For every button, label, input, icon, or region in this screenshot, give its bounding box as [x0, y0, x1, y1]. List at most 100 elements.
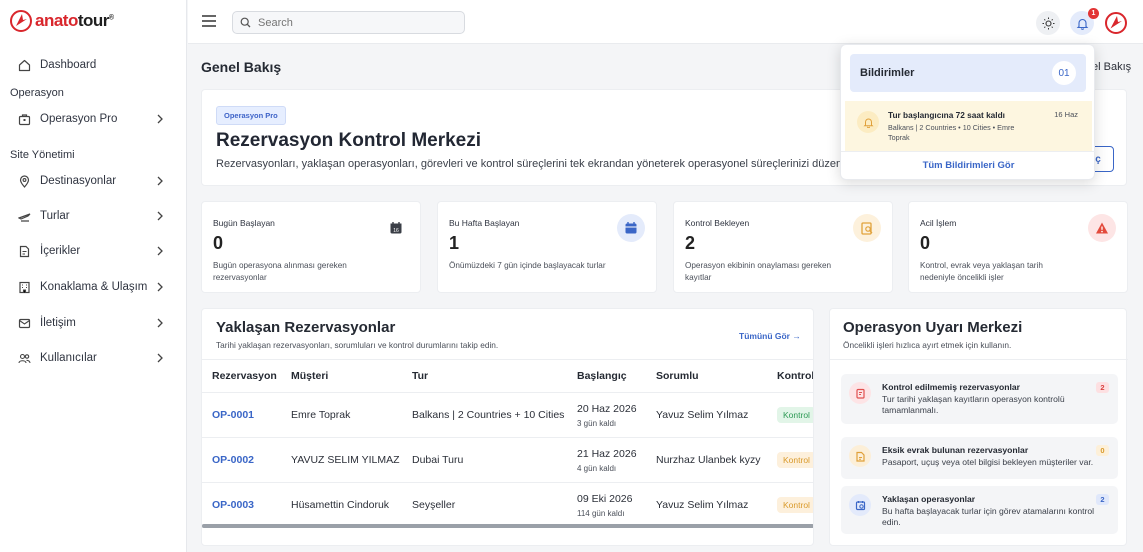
notification-badge: 1 [1088, 8, 1099, 19]
chevron-right-icon [157, 211, 163, 221]
alert-count-badge: 2 [1096, 494, 1109, 505]
clipboard-search-icon [853, 214, 881, 242]
stat-card-this-week[interactable]: Bu Hafta Başlayan 1 Önümüzdeki 7 gün içi… [437, 201, 657, 293]
sidebar-item-accommodation[interactable]: Konaklama & Ulaşım [0, 272, 186, 302]
topbar: 1 [188, 0, 1143, 44]
sidebar-item-label: Kullanıcılar [40, 352, 97, 364]
map-pin-icon [17, 174, 31, 188]
reservation-id-link[interactable]: OP-0003 [212, 499, 254, 511]
status-badge: Kontrol [777, 497, 813, 514]
brand-reg-mark: ® [108, 14, 114, 22]
stat-value: 0 [213, 233, 224, 253]
breadcrumb[interactable]: el Bakış [1092, 61, 1131, 73]
notifications-title: Bildirimler [860, 67, 915, 79]
table-row[interactable]: OP-0003 Hüsamettin Cindoruk Seyşeller 09… [202, 482, 813, 528]
status-badge: Kontrol [777, 452, 813, 468]
stat-value: 2 [685, 233, 696, 253]
notification-desc: Balkans | 2 Countries • 10 Cities • Emre… [888, 123, 1015, 142]
column-header[interactable]: Sorumlu [656, 360, 777, 393]
notifications-dropdown: Bildirimler 01 Tur başlangıcına 72 saat … [840, 44, 1096, 180]
sidebar-item-label: İletişim [40, 317, 76, 329]
table-row[interactable]: OP-0002 YAVUZ SELIM YILMAZ Dubai Turu 21… [202, 437, 813, 483]
alert-item[interactable]: Eksik evrak bulunan rezervasyonlar Pasap… [841, 437, 1118, 479]
column-header[interactable]: Müşteri [291, 360, 412, 393]
sidebar-item-label: Konaklama & Ulaşım [40, 281, 148, 293]
plane-icon [17, 209, 31, 223]
column-header[interactable]: Kontrol [777, 360, 813, 393]
alert-title: Eksik evrak bulunan rezervasyonlar [882, 445, 1029, 455]
search-input[interactable] [258, 16, 458, 29]
start-date: 20 Haz 2026 [577, 402, 637, 415]
horizontal-scrollbar-thumb[interactable] [202, 524, 813, 528]
column-header[interactable]: Tur [412, 360, 577, 393]
section-title: Yaklaşan Rezervasyonlar [216, 319, 396, 336]
stat-description: Bugün operasyona alınması gereken rezerv… [213, 261, 347, 282]
clipboard-icon [849, 382, 871, 404]
stat-value: 1 [449, 233, 460, 253]
owner-cell: Yavuz Selim Yılmaz [656, 499, 749, 512]
owner-cell: Yavuz Selim Yılmaz [656, 409, 749, 421]
sun-icon [1042, 17, 1054, 29]
calendar-icon: 16 [382, 214, 410, 242]
sidebar-item-contact[interactable]: İletişim [0, 308, 186, 338]
alert-item[interactable]: Kontrol edilmemiş rezervasyonlar Tur tar… [841, 374, 1118, 424]
building-icon [17, 280, 31, 294]
start-date: 21 Haz 2026 [577, 447, 637, 460]
table-row[interactable]: OP-0001 Emre Toprak Balkans | 2 Countrie… [202, 392, 813, 438]
page-title: Genel Bakış [201, 59, 282, 75]
stat-card-urgent[interactable]: Acil İşlem 0 Kontrol, evrak veya yaklaşa… [908, 201, 1128, 293]
stat-card-pending-control[interactable]: Kontrol Bekleyen 2 Operasyon ekibinin on… [673, 201, 893, 293]
search-box[interactable] [232, 11, 465, 34]
date-cell: 09 Eki 2026 114 gün kaldı [577, 483, 656, 528]
avatar[interactable] [1104, 11, 1128, 35]
see-all-notifications-link[interactable]: Tüm Bildirimleri Gör [841, 160, 1096, 171]
horizontal-scrollbar-track[interactable] [202, 524, 813, 528]
owner-cell: Nurzhaz Ulanbek kyzy [656, 454, 761, 466]
alert-title: Yaklaşan operasyonlar [882, 494, 976, 504]
reservation-id-link[interactable]: OP-0002 [212, 454, 254, 466]
sidebar-item-label: Operasyon Pro [40, 113, 118, 125]
notifications-button[interactable]: 1 [1070, 8, 1099, 35]
notifications-count: 01 [1052, 61, 1076, 85]
logo-mark-icon [10, 10, 32, 32]
hamburger-menu-icon[interactable] [201, 14, 217, 28]
days-left: 3 gün kaldı [577, 418, 617, 428]
sidebar-item-destinations[interactable]: Destinasyonlar [0, 166, 186, 196]
sidebar-item-dashboard[interactable]: Dashboard [0, 50, 186, 80]
sidebar-item-users[interactable]: Kullanıcılar [0, 343, 186, 373]
column-header[interactable]: Rezervasyon [202, 360, 291, 393]
stat-description: Operasyon ekibinin onaylaması gereken ka… [685, 261, 832, 282]
column-header[interactable]: Başlangıç [577, 360, 656, 393]
reservation-id-link[interactable]: OP-0001 [212, 409, 254, 421]
sidebar-item-tours[interactable]: Turlar [0, 201, 186, 231]
brand-name-b: tour [77, 11, 110, 30]
sidebar-item-contents[interactable]: İçerikler [0, 236, 186, 266]
alert-item[interactable]: Yaklaşan operasyonlar Bu hafta başlayaca… [841, 486, 1118, 534]
alert-description: Bu hafta başlayacak turlar için görev at… [882, 506, 1095, 527]
divider [830, 359, 1128, 360]
stat-title: Bu Hafta Başlayan [449, 218, 520, 228]
see-all-link[interactable]: Tümünü Gör → [739, 331, 801, 341]
notifications-header: Bildirimler 01 [850, 54, 1086, 92]
calendar-clock-icon [849, 494, 871, 516]
theme-toggle-button[interactable] [1036, 11, 1060, 35]
days-left: 4 gün kaldı [577, 463, 617, 473]
stat-title: Bugün Başlayan [213, 218, 275, 228]
sidebar-item-ops-pro[interactable]: Operasyon Pro [0, 104, 186, 134]
upcoming-reservations-card: Yaklaşan Rezervasyonlar Tarihi yaklaşan … [201, 308, 814, 546]
notification-item[interactable]: Tur başlangıcına 72 saat kaldı Balkans |… [845, 101, 1092, 151]
alert-count-badge: 0 [1096, 445, 1109, 456]
bell-icon [1076, 18, 1088, 30]
sidebar: anatotour® Dashboard Operasyon Operasyon… [0, 0, 187, 552]
briefcase-icon [17, 112, 31, 126]
reservations-table: Rezervasyon Müşteri Tur Başlangıç Soruml… [202, 359, 813, 528]
alert-description: Tur tarihi yaklaşan kayıtların operasyon… [882, 394, 1065, 415]
sidebar-item-label: Turlar [40, 210, 70, 222]
date-cell: 20 Haz 2026 3 gün kaldı [577, 393, 656, 438]
brand-logo[interactable]: anatotour® [10, 10, 114, 32]
stat-card-today[interactable]: Bugün Başlayan 0 Bugün operasyona alınma… [201, 201, 421, 293]
divider [841, 151, 1096, 152]
chevron-right-icon [157, 114, 163, 124]
file-icon [849, 445, 871, 467]
brand-name-a: anato [35, 11, 78, 30]
